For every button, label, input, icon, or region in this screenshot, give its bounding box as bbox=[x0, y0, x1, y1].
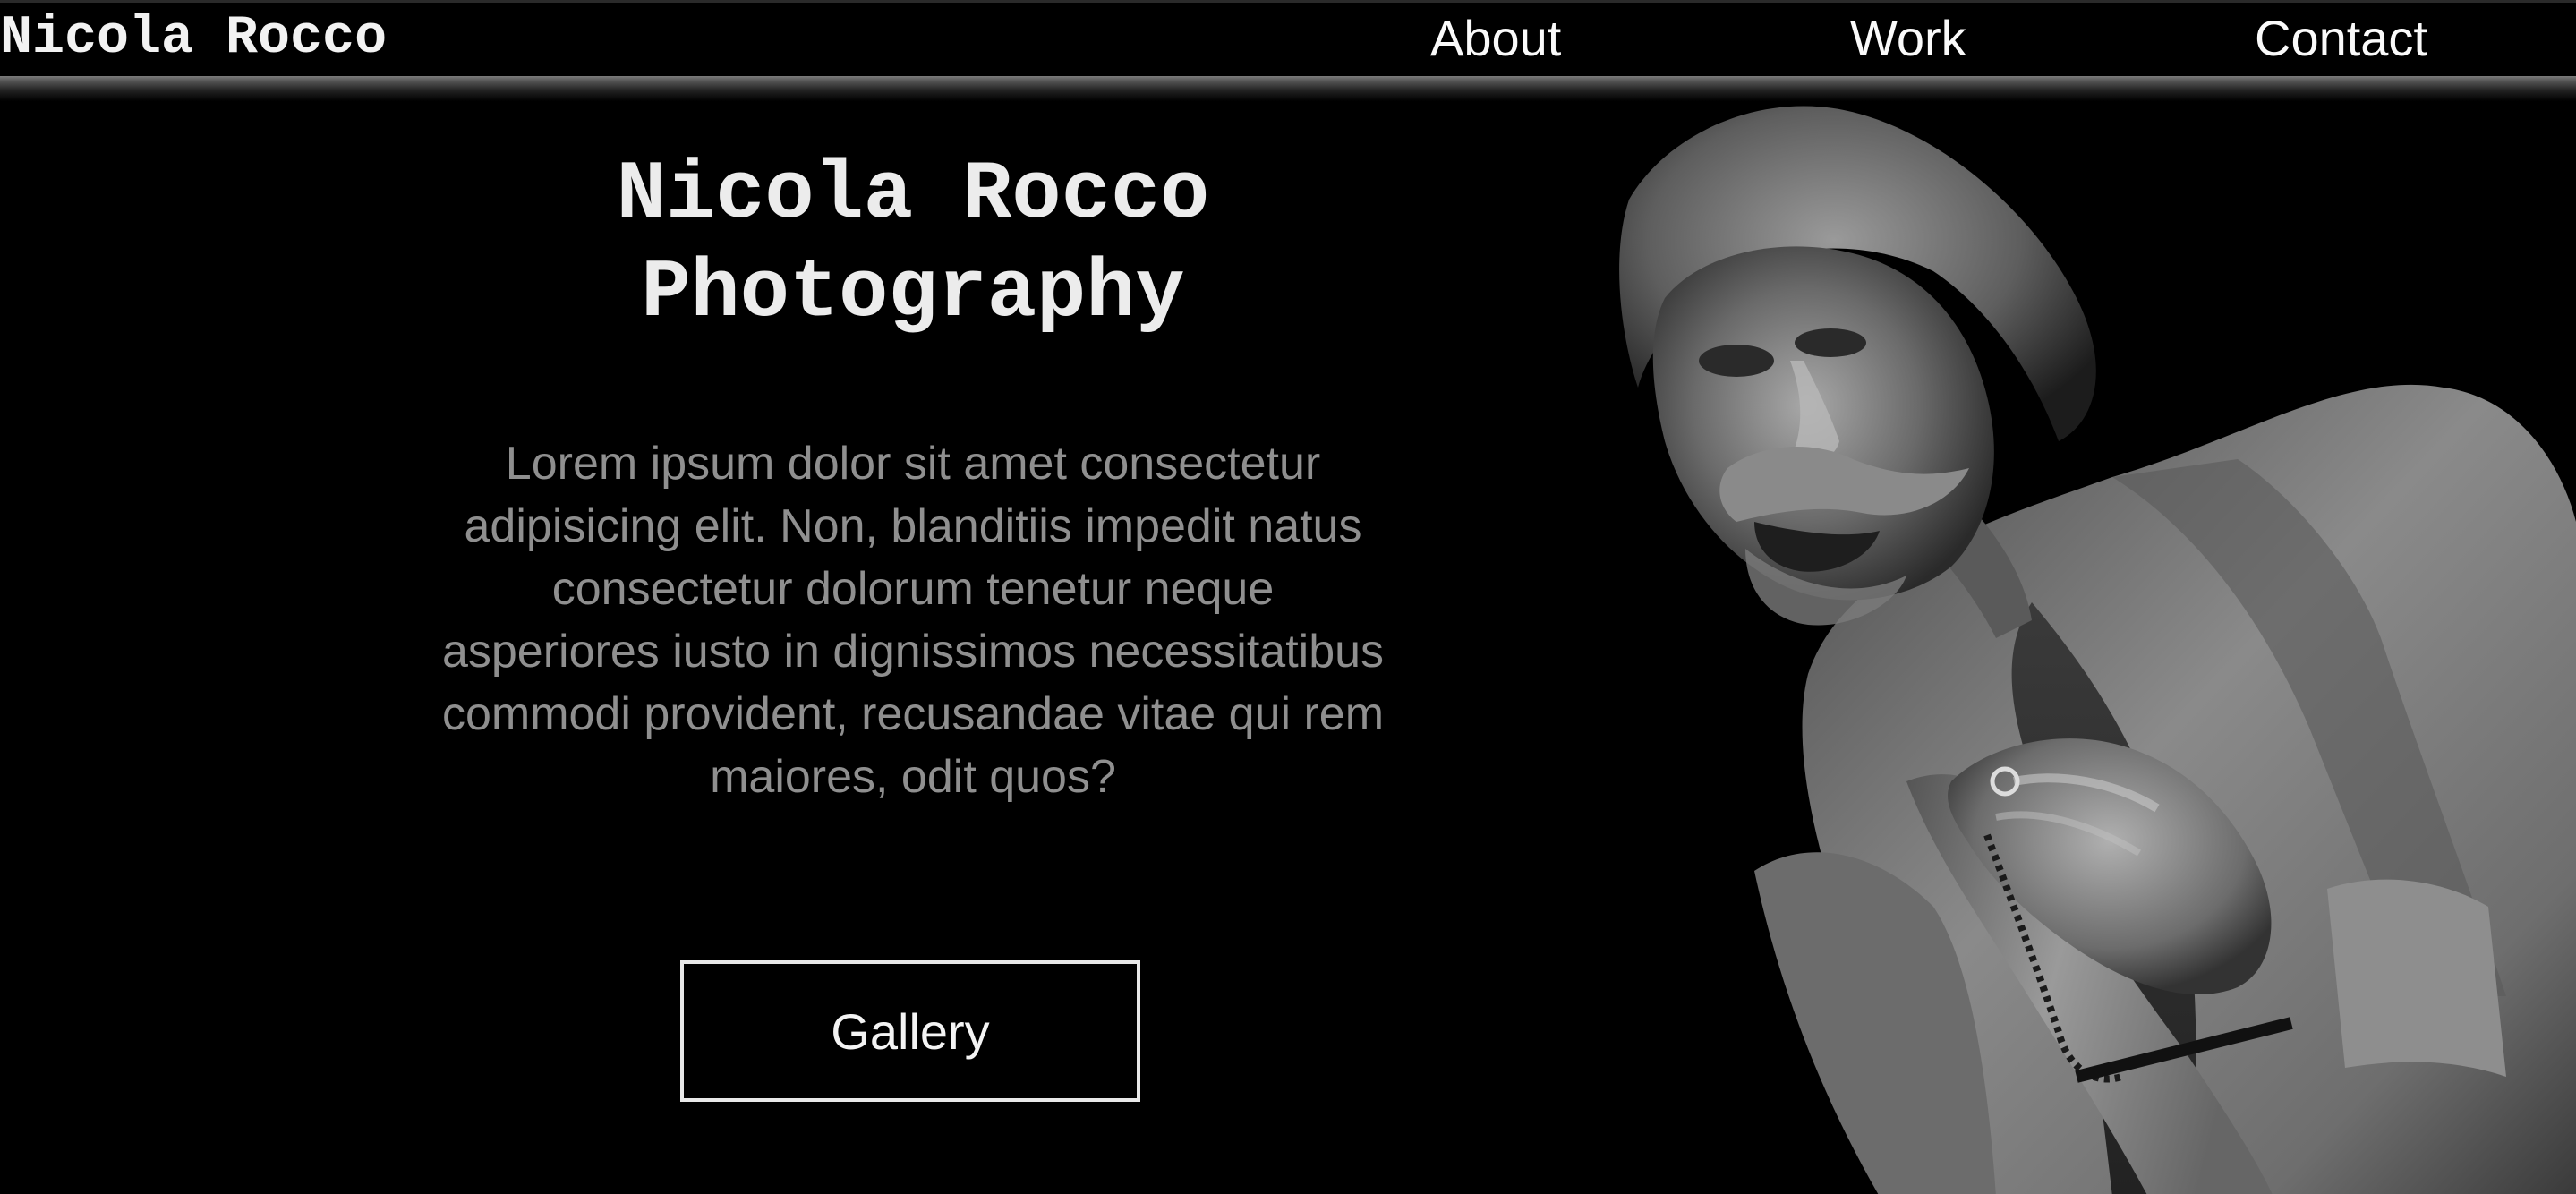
gallery-button[interactable]: Gallery bbox=[680, 960, 1140, 1102]
hero-title-line-1: Nicola Rocco bbox=[616, 148, 1210, 242]
nav-link-work[interactable]: Work bbox=[1850, 6, 1966, 71]
navbar-shadow bbox=[0, 74, 2576, 101]
nav-link-contact[interactable]: Contact bbox=[2255, 6, 2427, 71]
navbar: Nicola Rocco About Work Contact bbox=[0, 3, 2576, 76]
portrait-photo bbox=[1619, 106, 2576, 1194]
page: Nicola Rocco About Work Contact Nicola R… bbox=[0, 0, 2576, 1194]
hero-description: Lorem ipsum dolor sit amet consectetur a… bbox=[441, 438, 1385, 803]
hero-title-line-2: Photography bbox=[641, 246, 1185, 340]
nav-link-about[interactable]: About bbox=[1430, 6, 1561, 71]
hero-title: Nicola Rocco Photography bbox=[376, 146, 1450, 343]
brand-logo[interactable]: Nicola Rocco bbox=[0, 6, 387, 71]
